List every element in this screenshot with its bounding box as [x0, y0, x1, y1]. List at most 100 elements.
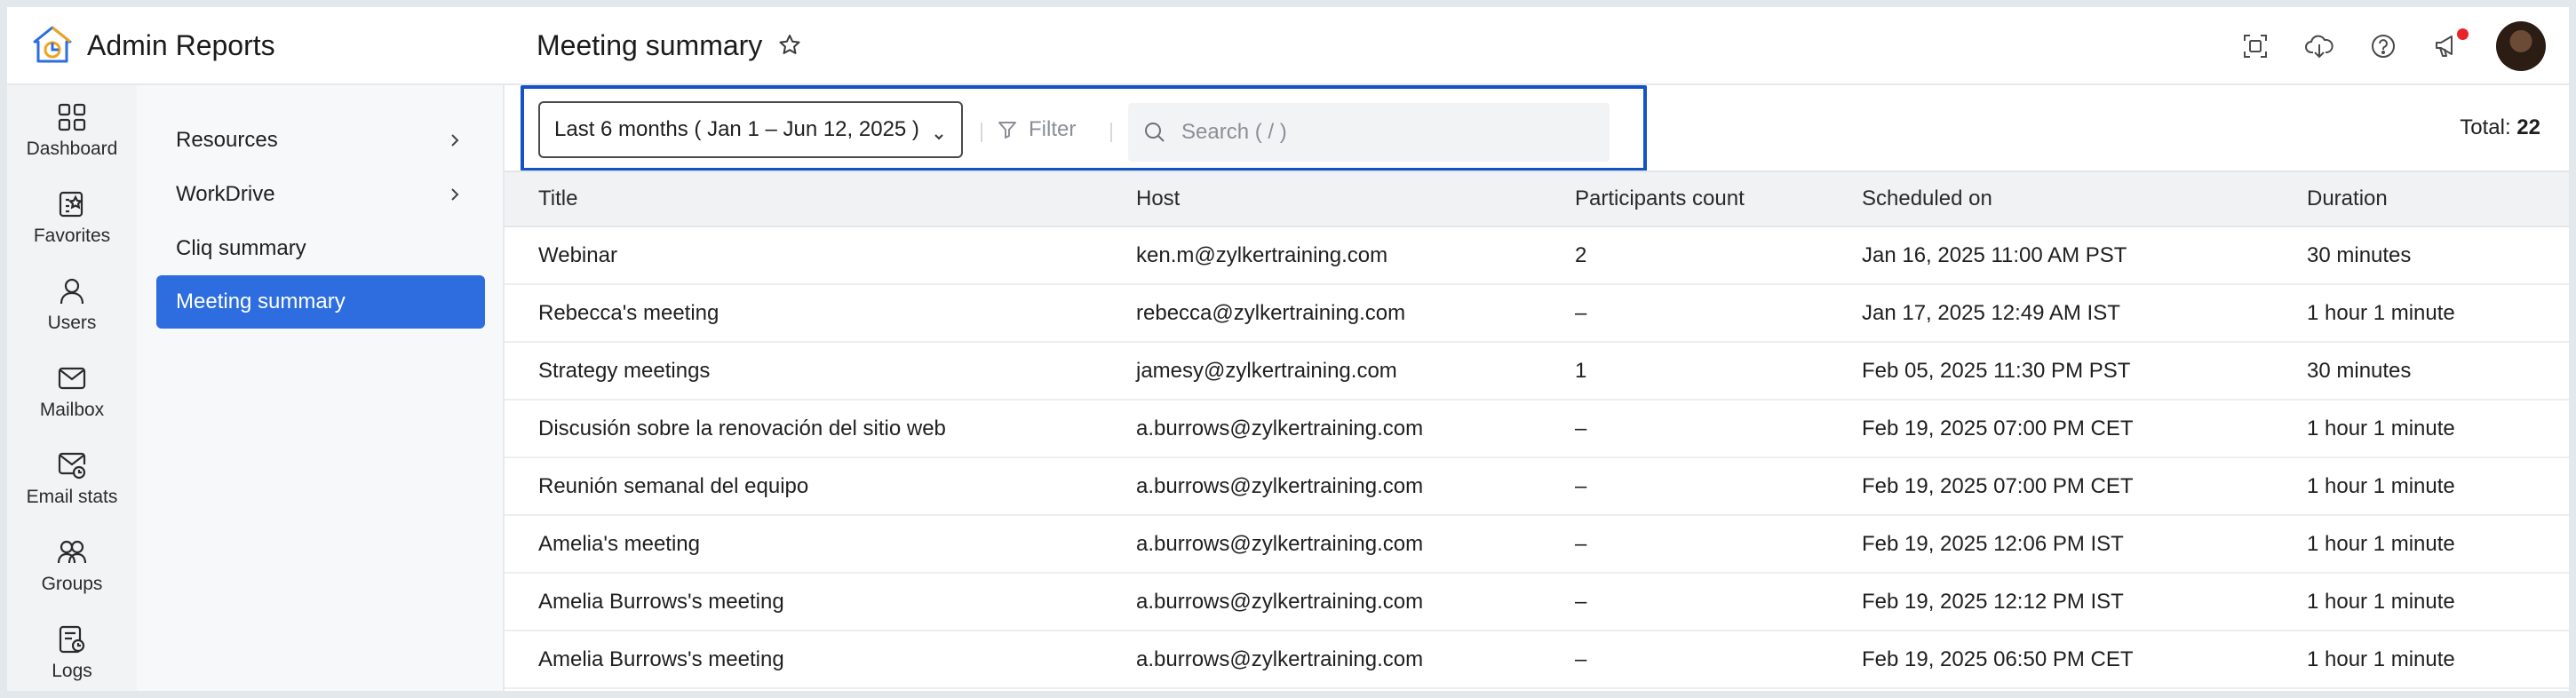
- column-header-scheduled-on[interactable]: Scheduled on: [1862, 172, 1992, 226]
- cell-host: jamesy@zylkertraining.com: [1136, 358, 1397, 383]
- cell-host: ken.m@zylkertraining.com: [1136, 242, 1388, 267]
- rail-item-groups[interactable]: Groups: [7, 529, 137, 616]
- rail-item-mailbox[interactable]: Mailbox: [7, 355, 137, 442]
- rail-item-logs[interactable]: Logs: [7, 616, 137, 691]
- divider: [981, 123, 982, 142]
- cell-host: a.burrows@zylkertraining.com: [1136, 531, 1424, 556]
- search-icon: [1142, 119, 1169, 146]
- rail-item-label: Email stats: [26, 487, 118, 507]
- table-row[interactable]: Amelia Burrows's meeting a.burrows@zylke…: [505, 574, 2569, 631]
- table-row[interactable]: Strategy meetings jamesy@zylkertraining.…: [505, 343, 2569, 401]
- star-icon[interactable]: [776, 32, 803, 59]
- app-window: Admin Reports Dashboard Favorites Users …: [7, 7, 2569, 691]
- filter-label: Filter: [1029, 117, 1077, 141]
- submenu-item-label: Meeting summary: [176, 290, 346, 313]
- cell-title: Amelia's meeting: [538, 531, 700, 556]
- user-icon: [54, 274, 90, 309]
- rail-item-label: Groups: [41, 574, 103, 594]
- column-header-participants[interactable]: Participants count: [1575, 172, 1745, 226]
- table-row[interactable]: Discusión sobre la renovación del sitio …: [505, 401, 2569, 458]
- meetings-table: Title Host Participants count Scheduled …: [505, 171, 2569, 689]
- help-icon[interactable]: [2360, 23, 2406, 69]
- rail-item-label: Mailbox: [39, 400, 105, 420]
- cell-duration: 1 hour 1 minute: [2307, 589, 2455, 614]
- total-label: Total:: [2460, 115, 2511, 139]
- table-row[interactable]: Rebecca's meeting rebecca@zylkertraining…: [505, 285, 2569, 343]
- cell-title: Amelia Burrows's meeting: [538, 589, 784, 614]
- table-row[interactable]: Webinar ken.m@zylkertraining.com 2 Jan 1…: [505, 227, 2569, 285]
- cell-duration: 1 hour 1 minute: [2307, 531, 2455, 556]
- logs-icon: [54, 622, 90, 657]
- cell-scheduled-on: Feb 05, 2025 11:30 PM PST: [1862, 358, 2131, 383]
- table-header: Title Host Participants count Scheduled …: [505, 171, 2569, 227]
- table-row[interactable]: Amelia Burrows's meeting a.burrows@zylke…: [505, 631, 2569, 689]
- rail-item-favorites[interactable]: Favorites: [7, 181, 137, 268]
- app-title: Admin Reports: [87, 28, 275, 61]
- cell-scheduled-on: Feb 19, 2025 07:00 PM CET: [1862, 473, 2134, 498]
- column-header-title[interactable]: Title: [538, 172, 577, 226]
- main-header: Meeting summary: [505, 7, 2569, 85]
- cell-host: a.burrows@zylkertraining.com: [1136, 473, 1424, 498]
- cell-duration: 30 minutes: [2307, 242, 2412, 267]
- cell-duration: 1 hour 1 minute: [2307, 300, 2455, 325]
- user-avatar[interactable]: [2496, 21, 2546, 71]
- cell-duration: 1 hour 1 minute: [2307, 473, 2455, 498]
- total-count: Total: 22: [2460, 115, 2540, 140]
- admin-reports-logo-icon: [30, 23, 75, 67]
- submenu-item-resources[interactable]: Resources: [156, 114, 485, 167]
- dashboard-grid-icon: [54, 99, 90, 135]
- download-icon[interactable]: [2296, 23, 2342, 69]
- table-row[interactable]: Reunión semanal del equipo a.burrows@zyl…: [505, 458, 2569, 516]
- cell-scheduled-on: Jan 17, 2025 12:49 AM IST: [1862, 300, 2120, 325]
- date-range-value: Last 6 months ( Jan 1 – Jun 12, 2025 ): [554, 117, 919, 141]
- submenu-item-meeting-summary[interactable]: Meeting summary: [156, 275, 485, 329]
- filter-button[interactable]: Filter: [997, 112, 1076, 147]
- total-value: 22: [2516, 115, 2540, 139]
- cell-scheduled-on: Feb 19, 2025 07:00 PM CET: [1862, 416, 2134, 440]
- app-brand: Admin Reports: [7, 7, 505, 85]
- chevron-right-icon: [446, 186, 464, 203]
- submenu-item-cliq-summary[interactable]: Cliq summary: [156, 222, 485, 275]
- cell-title: Strategy meetings: [538, 358, 711, 383]
- cell-scheduled-on: Feb 19, 2025 06:50 PM CET: [1862, 646, 2134, 671]
- mail-icon: [54, 361, 90, 396]
- submenu-item-label: Cliq summary: [176, 236, 306, 260]
- cell-participants: 1: [1575, 358, 1587, 383]
- divider: [1110, 123, 1112, 142]
- rail-item-label: Logs: [52, 661, 92, 681]
- rail-item-dashboard[interactable]: Dashboard: [7, 94, 137, 181]
- cell-host: a.burrows@zylkertraining.com: [1136, 646, 1424, 671]
- cell-scheduled-on: Jan 16, 2025 11:00 AM PST: [1862, 242, 2127, 267]
- cell-title: Amelia Burrows's meeting: [538, 646, 784, 671]
- icon-rail: Dashboard Favorites Users Mailbox Email …: [7, 85, 137, 691]
- cell-duration: 30 minutes: [2307, 358, 2412, 383]
- cell-participants: –: [1575, 300, 1587, 325]
- search-box: [1128, 103, 1610, 162]
- email-stats-icon: [54, 448, 90, 483]
- column-header-duration[interactable]: Duration: [2307, 172, 2388, 226]
- rail-item-label: Favorites: [33, 226, 111, 246]
- column-header-host[interactable]: Host: [1136, 172, 1180, 226]
- table-row[interactable]: Amelia's meeting a.burrows@zylkertrainin…: [505, 516, 2569, 574]
- rail-item-email-stats[interactable]: Email stats: [7, 442, 137, 529]
- submenu-item-workdrive[interactable]: WorkDrive: [156, 168, 485, 221]
- rail-item-users[interactable]: Users: [7, 268, 137, 355]
- cell-duration: 1 hour 1 minute: [2307, 416, 2455, 440]
- fullscreen-icon[interactable]: [2232, 23, 2278, 69]
- submenu-item-label: Resources: [176, 128, 278, 152]
- date-range-dropdown[interactable]: Last 6 months ( Jan 1 – Jun 12, 2025 ): [538, 101, 963, 158]
- cell-title: Discusión sobre la renovación del sitio …: [538, 416, 946, 440]
- cell-participants: –: [1575, 473, 1587, 498]
- filter-funnel-icon: [997, 118, 1020, 141]
- cell-participants: 2: [1575, 242, 1587, 267]
- cell-host: rebecca@zylkertraining.com: [1136, 300, 1406, 325]
- chevron-down-icon: [933, 124, 945, 140]
- rail-item-label: Users: [47, 313, 97, 333]
- rail-item-label: Dashboard: [26, 139, 118, 159]
- favorites-list-icon: [54, 186, 90, 222]
- search-input[interactable]: [1181, 120, 1590, 145]
- notification-dot: [2457, 28, 2469, 40]
- groups-icon: [54, 535, 90, 570]
- cell-host: a.burrows@zylkertraining.com: [1136, 589, 1424, 614]
- cell-title: Rebecca's meeting: [538, 300, 720, 325]
